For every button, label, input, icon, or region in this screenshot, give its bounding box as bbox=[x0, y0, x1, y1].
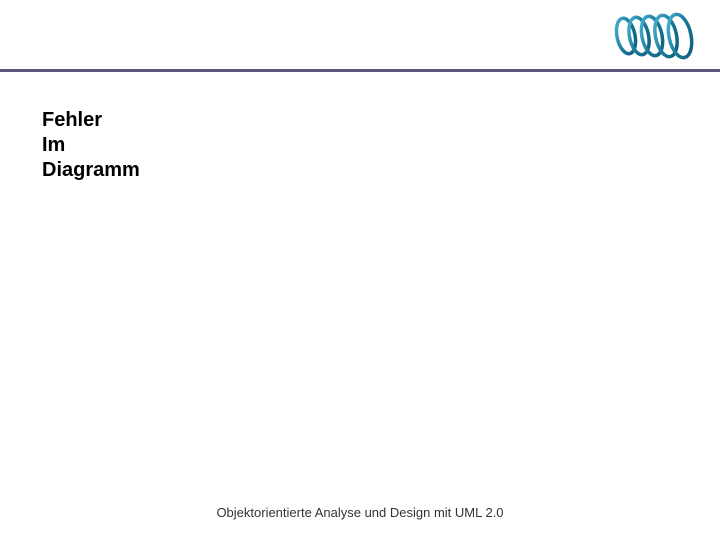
title-line-3: Diagramm bbox=[42, 158, 140, 183]
title-line-1: Fehler bbox=[42, 108, 140, 133]
slide-header bbox=[0, 0, 720, 72]
slide-title: Fehler Im Diagramm bbox=[42, 108, 140, 183]
spring-coil-icon bbox=[610, 8, 700, 64]
slide-footer: Objektorientierte Analyse und Design mit… bbox=[0, 505, 720, 520]
title-line-2: Im bbox=[42, 133, 140, 158]
